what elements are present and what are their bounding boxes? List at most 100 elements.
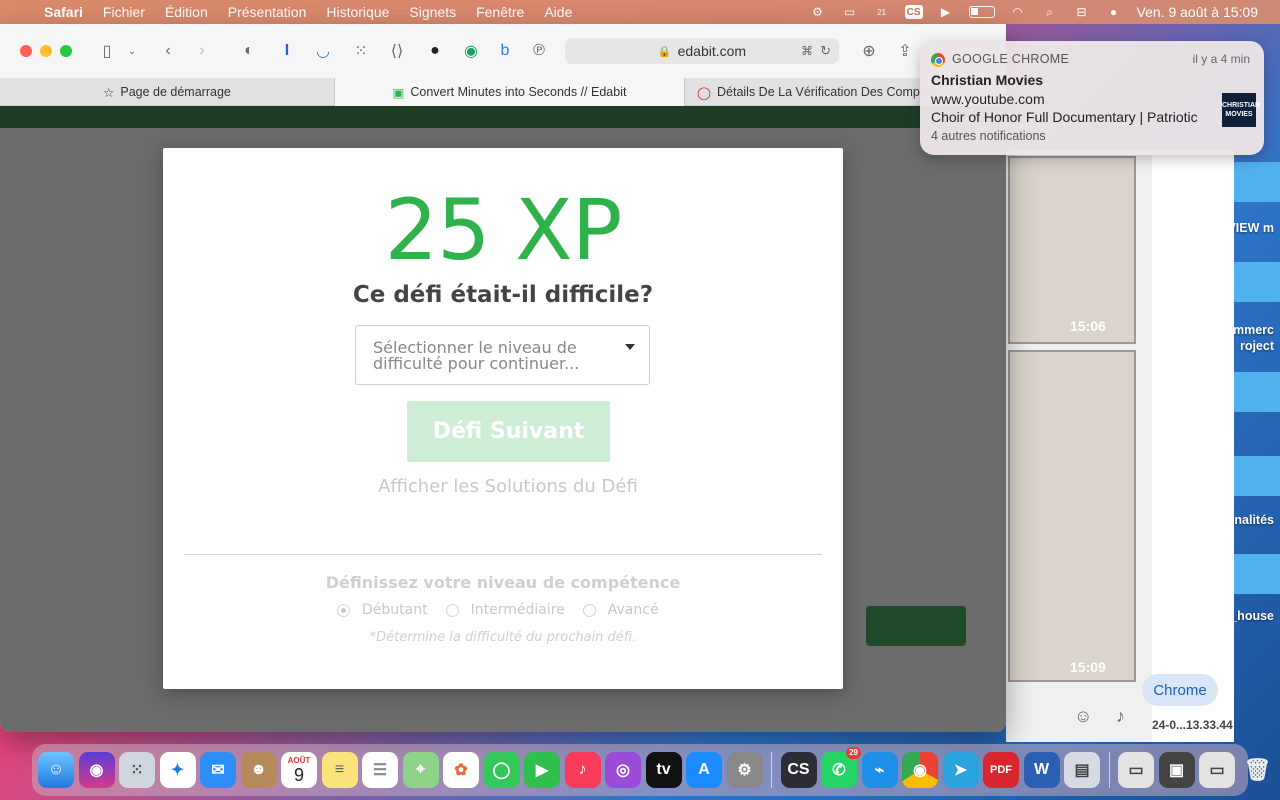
back-icon[interactable]: ‹ — [158, 40, 178, 62]
chat-image-thumbnail[interactable] — [1008, 156, 1136, 344]
recent-window-icon[interactable]: ▭ — [1199, 752, 1235, 788]
system-settings-icon[interactable]: ⚙ — [726, 752, 763, 788]
desktop-folder[interactable] — [1230, 162, 1280, 202]
caret-down-icon — [625, 344, 635, 350]
translate-icon[interactable]: ⌘ — [801, 44, 813, 58]
menu-item-aide[interactable]: Aide — [544, 4, 572, 20]
menu-clock[interactable]: Ven. 9 août à 15:09 — [1137, 4, 1258, 20]
recent-window-icon[interactable]: ▣ — [1158, 752, 1195, 788]
cs-status-icon[interactable]: CS — [904, 5, 923, 19]
address-bar[interactable]: 🔒 edabit.com ⌘ ↻ — [565, 38, 839, 64]
challenge-complete-modal: 25 XP Ce défi était-il difficile? Sélect… — [163, 148, 843, 689]
chrome-pill-button[interactable]: Chrome — [1142, 674, 1218, 706]
mail-icon[interactable]: ✉ — [200, 752, 236, 788]
share-icon[interactable]: ⇪ — [894, 40, 916, 62]
notification-count-icon[interactable]: 21 — [873, 5, 891, 19]
chat-side-panel: 24-0...13.33.44 — [1152, 150, 1234, 742]
safari-icon[interactable]: ✦ — [159, 752, 196, 788]
desktop-folder[interactable] — [1230, 456, 1280, 496]
radio-button[interactable] — [445, 603, 459, 617]
menu-extras: ⚙ ▭ 21 CS ▶ ◠ ⌕ ⊟ ● Ven. 9 août à 15:09 — [809, 0, 1258, 24]
grammarly-icon[interactable]: ◉ — [460, 40, 482, 62]
code-icon[interactable]: ⟨⟩ — [386, 40, 408, 62]
recent-window-icon[interactable]: ▭ — [1118, 752, 1154, 788]
chrome-icon[interactable]: ◉ — [902, 752, 938, 788]
siri-icon[interactable]: ◉ — [78, 752, 115, 788]
tab-edabit[interactable]: ▣ Convert Minutes into Seconds // Edabit — [335, 78, 685, 106]
tab-start-page[interactable]: ☆ Page de démarrage — [0, 78, 335, 106]
next-challenge-button[interactable]: Défi Suivant — [407, 401, 610, 462]
chevron-down-icon[interactable]: ⌄ — [126, 40, 138, 62]
control-center-icon[interactable]: ⊟ — [1073, 5, 1091, 19]
music-icon[interactable]: ♪ — [564, 752, 601, 788]
close-window-icon[interactable] — [20, 45, 32, 57]
message-icon[interactable]: ▭ — [841, 5, 859, 19]
menu-item-edition[interactable]: Édition — [165, 4, 208, 20]
photos-icon[interactable]: ✿ — [443, 752, 479, 788]
minimize-window-icon[interactable] — [40, 45, 52, 57]
chrome-notification[interactable]: GOOGLE CHROME il y a 4 min Christian Mov… — [920, 41, 1264, 155]
facetime-icon[interactable]: ▶ — [524, 752, 560, 788]
menu-item-historique[interactable]: Historique — [326, 4, 389, 20]
search-icon[interactable]: ⌕ — [1041, 5, 1059, 19]
menu-app-name[interactable]: Safari — [44, 4, 83, 20]
messenger-icon[interactable]: ⌁ — [861, 752, 898, 788]
messages-icon[interactable]: ◯ — [483, 752, 520, 788]
cs-app-icon[interactable]: CS — [780, 752, 817, 788]
bing-icon[interactable]: b — [494, 40, 516, 62]
calendar-icon[interactable]: AOÛT 9 — [281, 752, 317, 788]
finder-icon[interactable]: ☺ — [38, 752, 74, 788]
instapaper-icon[interactable]: I — [276, 40, 298, 62]
menu-item-fenetre[interactable]: Fenêtre — [476, 4, 524, 20]
show-solutions-link[interactable]: Afficher les Solutions du Défi — [163, 476, 853, 497]
sidebar-icon[interactable]: ▯ — [96, 40, 118, 62]
desktop-folder[interactable] — [1230, 554, 1280, 594]
forward-icon[interactable]: › — [192, 40, 212, 62]
menu-item-signets[interactable]: Signets — [409, 4, 456, 20]
maps-icon[interactable]: ⌖ — [402, 752, 439, 788]
wifi-icon[interactable]: ◠ — [1009, 5, 1027, 19]
tab-bar: ☆ Page de démarrage ▣ Convert Minutes in… — [0, 78, 1006, 106]
pdf-app-icon[interactable]: PDF — [983, 752, 1019, 788]
desktop-folder[interactable] — [1230, 372, 1280, 412]
gauge-icon[interactable]: ⚙ — [809, 5, 827, 19]
skill-radio-advanced[interactable]: Avancé — [582, 602, 659, 618]
reload-icon[interactable]: ↻ — [820, 43, 831, 59]
notification-title: Christian Movies — [931, 72, 1044, 88]
download-icon[interactable]: ⊕ — [858, 40, 880, 62]
difficulty-select[interactable]: Sélectionner le niveau de difficulté pou… — [355, 325, 650, 385]
skill-radio-beginner[interactable]: Débutant — [337, 602, 428, 618]
contacts-icon[interactable]: ☻ — [240, 752, 277, 788]
skill-radio-intermediate[interactable]: Intermédiaire — [445, 602, 565, 618]
microphone-icon[interactable]: ♪ — [1116, 706, 1125, 727]
podcasts-icon[interactable]: ◎ — [605, 752, 641, 788]
desktop-folder[interactable] — [1230, 262, 1280, 302]
zoom-window-icon[interactable] — [60, 45, 72, 57]
github-icon[interactable]: ● — [424, 40, 446, 62]
shield-icon[interactable]: ◐ — [238, 40, 260, 62]
telegram-icon[interactable]: ➤ — [942, 752, 979, 788]
launchpad-icon[interactable]: ⁙ — [119, 752, 155, 788]
chat-image-thumbnail[interactable] — [1008, 350, 1136, 682]
menu-item-fichier[interactable]: Fichier — [103, 4, 145, 20]
app-store-icon[interactable]: A — [686, 752, 722, 788]
emoji-icon[interactable]: ☺ — [1074, 706, 1092, 727]
battery-icon[interactable] — [968, 6, 995, 18]
word-icon[interactable]: W — [1023, 752, 1060, 788]
notes-icon[interactable]: ≡ — [321, 752, 358, 788]
preview-icon[interactable]: ▤ — [1064, 752, 1100, 788]
grid-icon[interactable]: ⁙ — [350, 40, 372, 62]
pocket-icon[interactable]: ◡ — [312, 40, 334, 62]
pinterest-icon[interactable]: ℗ — [528, 40, 550, 62]
whatsapp-icon[interactable]: ✆ 29 — [821, 747, 861, 788]
menu-item-presentation[interactable]: Présentation — [228, 4, 307, 20]
siri-icon[interactable]: ● — [1105, 5, 1123, 19]
radio-button[interactable] — [337, 603, 350, 617]
reminders-icon[interactable]: ☰ — [362, 752, 398, 788]
address-bar-url: edabit.com — [677, 43, 747, 59]
apple-tv-icon[interactable]: tv — [645, 752, 682, 788]
radio-button[interactable] — [582, 603, 596, 617]
notification-more[interactable]: 4 autres notifications — [931, 129, 1046, 143]
play-icon[interactable]: ▶ — [937, 5, 955, 19]
trash-icon[interactable]: 🗑 — [1240, 752, 1276, 788]
